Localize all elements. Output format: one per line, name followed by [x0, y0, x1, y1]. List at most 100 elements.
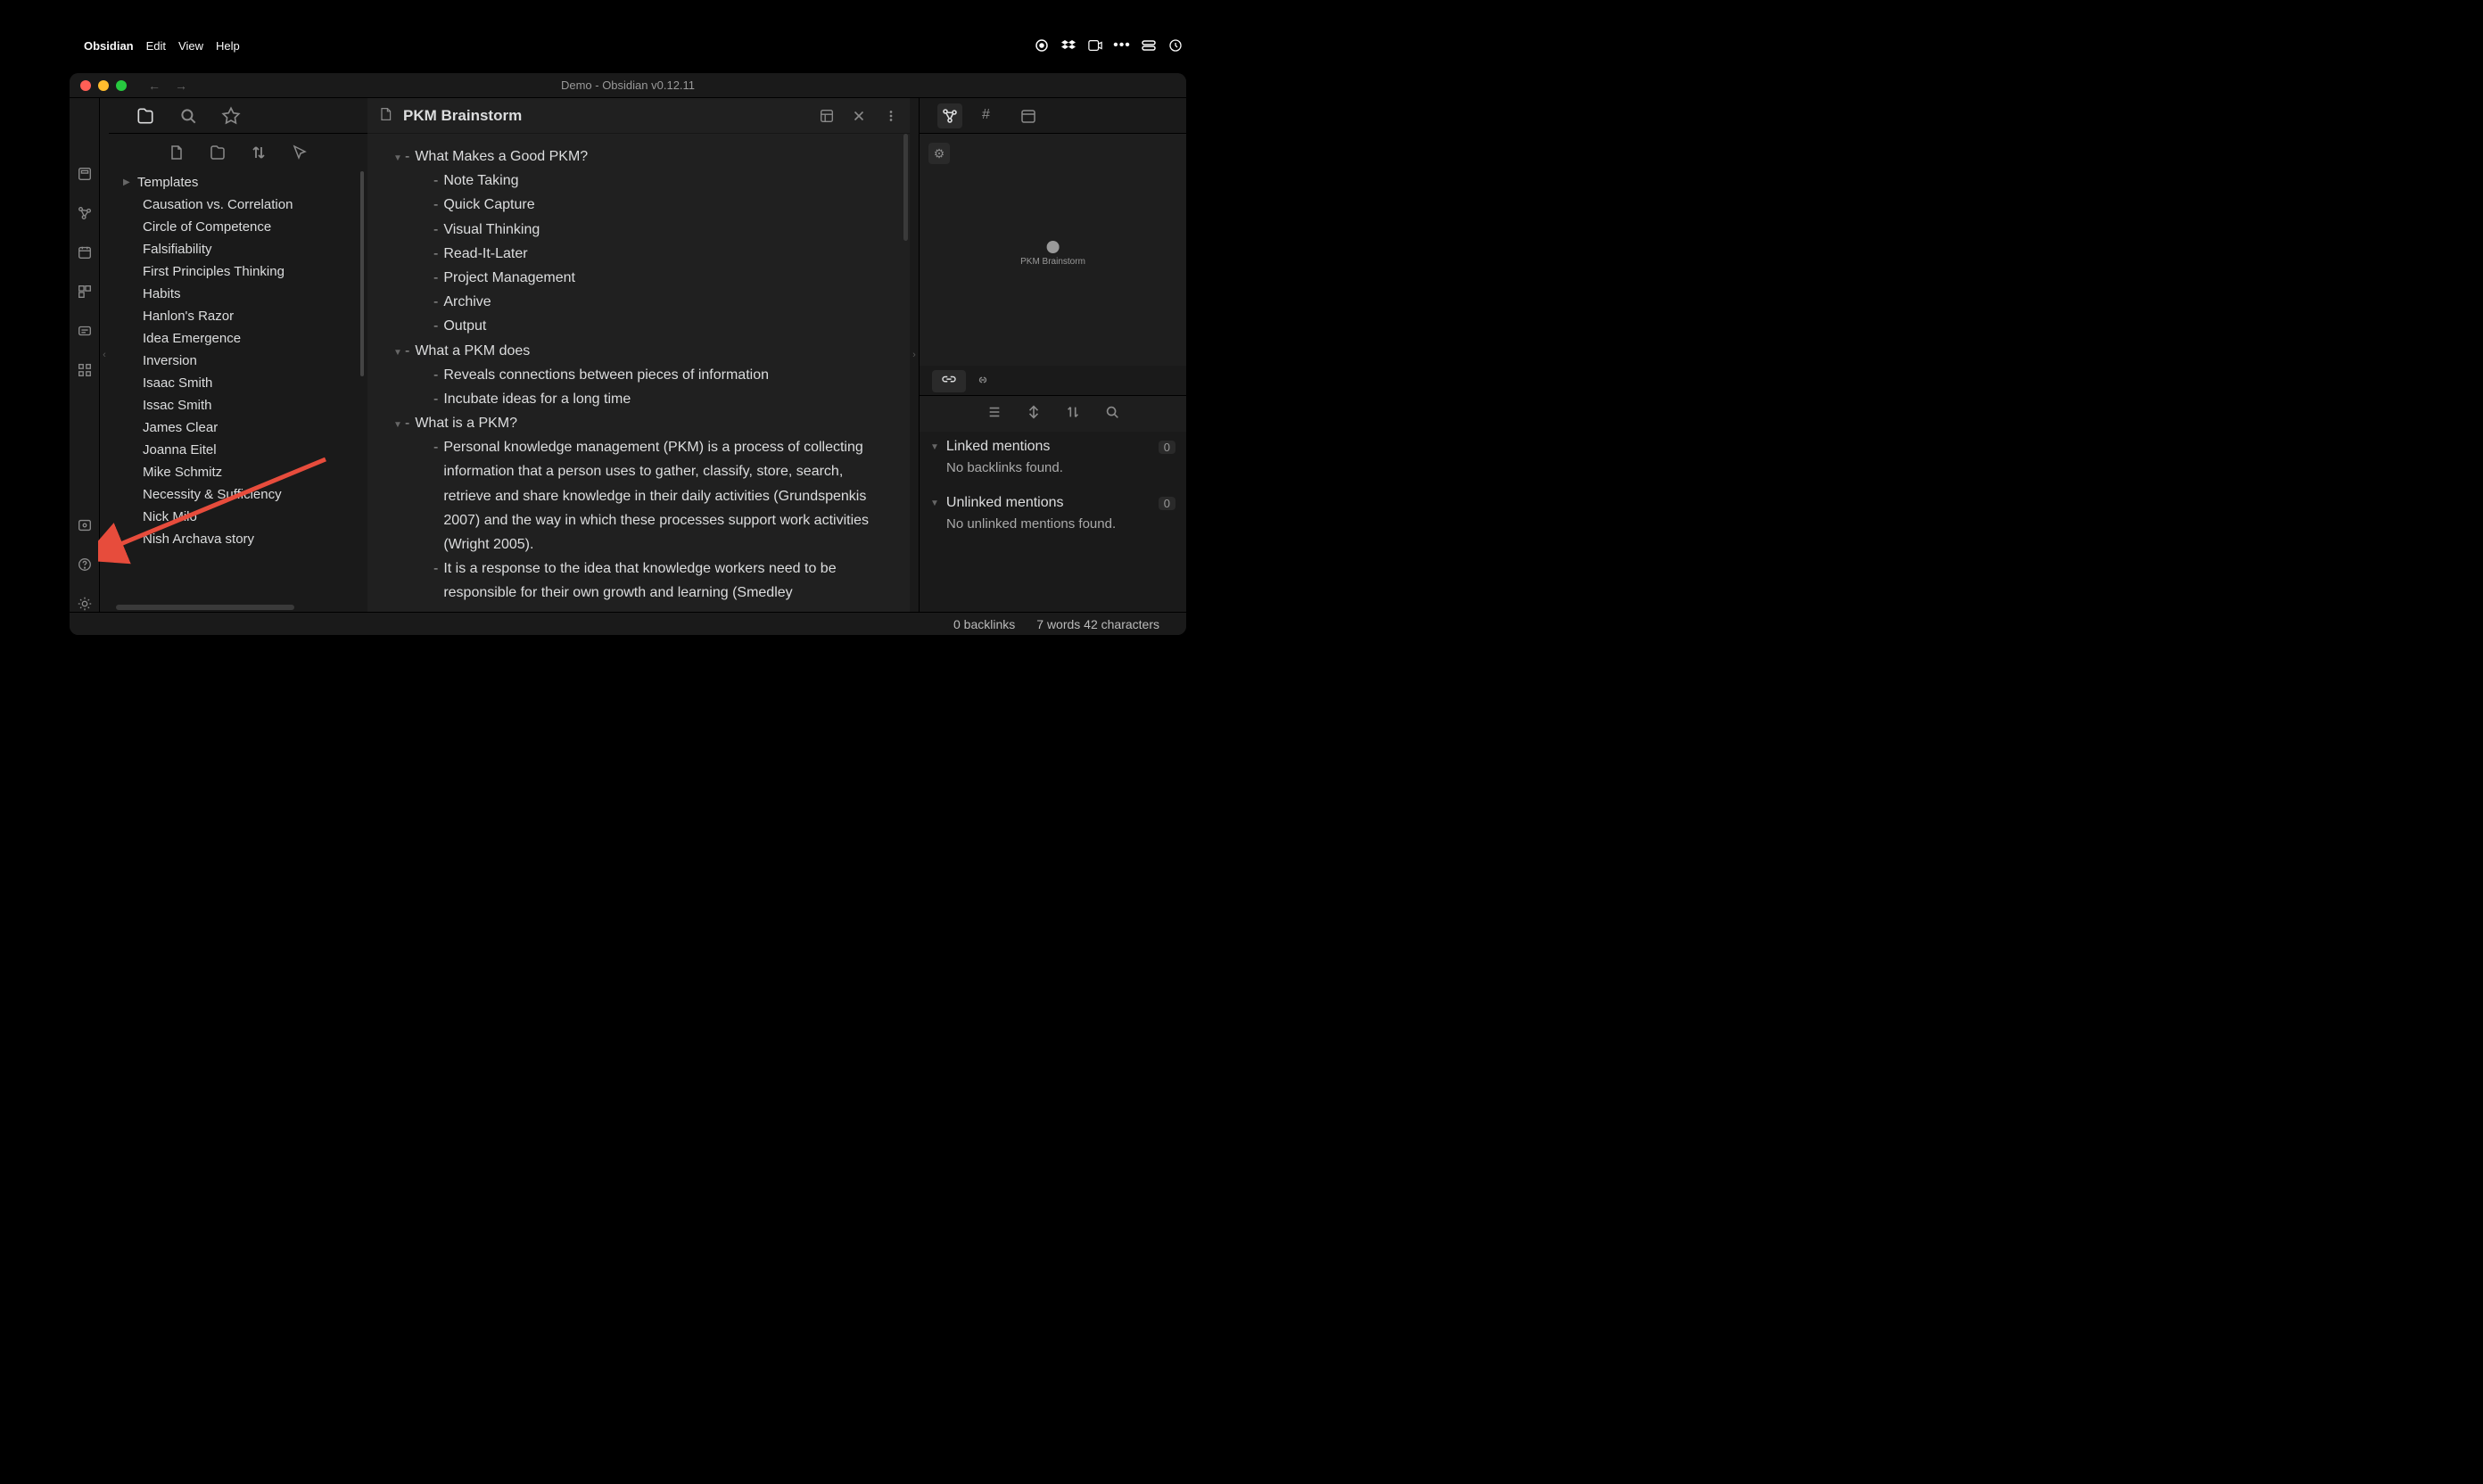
- nav-back-button[interactable]: ←: [148, 78, 161, 93]
- editor-content[interactable]: ▼-What Makes a Good PKM?-Note Taking-Qui…: [367, 134, 910, 612]
- minimize-window-button[interactable]: [98, 80, 109, 91]
- search-tab-icon[interactable]: [178, 106, 198, 126]
- app-menu[interactable]: Obsidian: [84, 39, 134, 53]
- file-item[interactable]: Joanna Eitel: [116, 439, 367, 461]
- bullet-dash: -: [433, 266, 438, 290]
- outline-item[interactable]: -Visual Thinking: [376, 218, 888, 242]
- bullet-dash: -: [433, 290, 438, 314]
- outline-item[interactable]: ▼-What is a PKM?: [376, 411, 888, 435]
- edit-menu[interactable]: Edit: [146, 39, 166, 53]
- star-tab-icon[interactable]: [221, 106, 241, 126]
- control-center-icon[interactable]: [1142, 38, 1156, 53]
- file-item[interactable]: Necessity & Sufficiency: [116, 483, 367, 506]
- outline-item[interactable]: ▼-What Makes a Good PKM?: [376, 144, 888, 169]
- screen-record-icon[interactable]: [1088, 38, 1102, 53]
- file-item[interactable]: Isaac Smith: [116, 372, 367, 394]
- outline-text: Personal knowledge management (PKM) is a…: [443, 435, 888, 556]
- outline-item[interactable]: -Project Management: [376, 266, 888, 290]
- editor-scrollbar[interactable]: [903, 134, 908, 241]
- plugin-icon[interactable]: [77, 362, 93, 378]
- preview-mode-icon[interactable]: [819, 108, 835, 124]
- zoom-window-button[interactable]: [116, 80, 127, 91]
- outline-item[interactable]: ▼-What a PKM does: [376, 339, 888, 363]
- templates-icon[interactable]: [77, 284, 93, 300]
- outline-item[interactable]: -Incubate ideas for a long time: [376, 387, 888, 411]
- fold-caret-icon[interactable]: ▼: [391, 144, 405, 166]
- new-note-icon[interactable]: [168, 144, 186, 161]
- menubar-app-icon[interactable]: [1035, 38, 1049, 53]
- file-item[interactable]: Circle of Competence: [116, 216, 367, 238]
- help-menu[interactable]: Help: [216, 39, 240, 53]
- nav-forward-button[interactable]: →: [175, 78, 187, 93]
- cursor-icon: [291, 144, 309, 161]
- outline-item[interactable]: -Read-It-Later: [376, 242, 888, 266]
- file-item[interactable]: James Clear: [116, 416, 367, 439]
- local-graph-tab-icon[interactable]: [937, 103, 962, 128]
- quick-switcher-icon[interactable]: [77, 166, 93, 182]
- clock-icon[interactable]: [1168, 38, 1183, 53]
- vault-icon[interactable]: [77, 517, 93, 533]
- files-tab-icon[interactable]: [136, 106, 155, 126]
- graph-node[interactable]: PKM Brainstorm: [1020, 241, 1085, 267]
- sort-backlinks-icon[interactable]: [1065, 404, 1081, 425]
- file-item[interactable]: Mike Schmitz: [116, 461, 367, 483]
- file-item[interactable]: Inversion: [116, 350, 367, 372]
- right-collapse-handle[interactable]: ›: [910, 98, 919, 612]
- sort-icon[interactable]: [250, 144, 268, 161]
- file-item[interactable]: Nick Milo: [116, 506, 367, 528]
- search-backlinks-icon[interactable]: [1104, 404, 1120, 425]
- file-item[interactable]: Nish Archava story: [116, 528, 367, 550]
- file-item[interactable]: Hanlon's Razor: [116, 305, 367, 327]
- sidebar-scrollbar[interactable]: [360, 171, 364, 376]
- backlinks-tab-icon[interactable]: [932, 370, 966, 392]
- left-ribbon: [70, 98, 100, 612]
- file-item[interactable]: Habits: [116, 283, 367, 305]
- unlinked-mentions-header[interactable]: ▼ Unlinked mentions 0: [930, 495, 1176, 511]
- outline-item[interactable]: -Personal knowledge management (PKM) is …: [376, 435, 888, 556]
- outgoing-links-tab-icon[interactable]: [966, 370, 1000, 392]
- dropbox-icon[interactable]: [1061, 38, 1076, 53]
- outline-item[interactable]: -Output: [376, 314, 888, 338]
- graph-settings-icon[interactable]: ⚙: [928, 143, 950, 164]
- outline-item[interactable]: -Reveals connections between pieces of i…: [376, 363, 888, 387]
- left-collapse-handle[interactable]: ‹: [100, 98, 109, 612]
- note-title[interactable]: PKM Brainstorm: [403, 107, 522, 125]
- fold-caret-icon: [419, 387, 433, 393]
- collapse-results-icon[interactable]: [986, 405, 1002, 424]
- calendar-tab-icon[interactable]: [1019, 107, 1037, 125]
- outline-item[interactable]: -Archive: [376, 290, 888, 314]
- outline-item[interactable]: -Note Taking: [376, 169, 888, 193]
- local-graph-view[interactable]: ⚙ PKM Brainstorm: [920, 134, 1186, 366]
- close-window-button[interactable]: [80, 80, 91, 91]
- daily-note-icon[interactable]: [77, 244, 93, 260]
- more-options-icon[interactable]: [883, 108, 899, 124]
- folder-templates[interactable]: ▶ Templates: [116, 171, 367, 194]
- sidebar-hscroll[interactable]: [116, 605, 294, 610]
- backlinks-count[interactable]: 0 backlinks: [953, 617, 1015, 631]
- file-item[interactable]: Falsifiability: [116, 238, 367, 260]
- graph-view-icon[interactable]: [77, 205, 93, 221]
- document-icon: [378, 106, 392, 125]
- bullet-dash: -: [433, 218, 438, 242]
- fold-caret-icon: [419, 556, 433, 563]
- close-tab-icon[interactable]: [851, 108, 867, 124]
- file-item[interactable]: Issac Smith: [116, 394, 367, 416]
- tags-tab-icon[interactable]: #: [982, 107, 1000, 125]
- outline-item[interactable]: -It is a response to the idea that knowl…: [376, 556, 888, 605]
- file-item[interactable]: Idea Emergence: [116, 327, 367, 350]
- view-menu[interactable]: View: [178, 39, 203, 53]
- fold-caret-icon[interactable]: ▼: [391, 411, 405, 433]
- show-context-icon[interactable]: [1026, 404, 1042, 425]
- help-icon[interactable]: [77, 556, 93, 573]
- fold-caret-icon[interactable]: ▼: [391, 339, 405, 360]
- command-palette-icon[interactable]: [77, 323, 93, 339]
- menubar-more-icon[interactable]: •••: [1115, 38, 1129, 53]
- file-item[interactable]: Causation vs. Correlation: [116, 194, 367, 216]
- new-folder-icon[interactable]: [209, 144, 227, 161]
- file-item[interactable]: First Principles Thinking: [116, 260, 367, 283]
- fold-caret-icon: [419, 242, 433, 248]
- settings-icon[interactable]: [77, 596, 93, 612]
- outline-item[interactable]: -Quick Capture: [376, 193, 888, 217]
- linked-mentions-header[interactable]: ▼ Linked mentions 0: [930, 439, 1176, 455]
- linked-empty-text: No backlinks found.: [930, 455, 1176, 481]
